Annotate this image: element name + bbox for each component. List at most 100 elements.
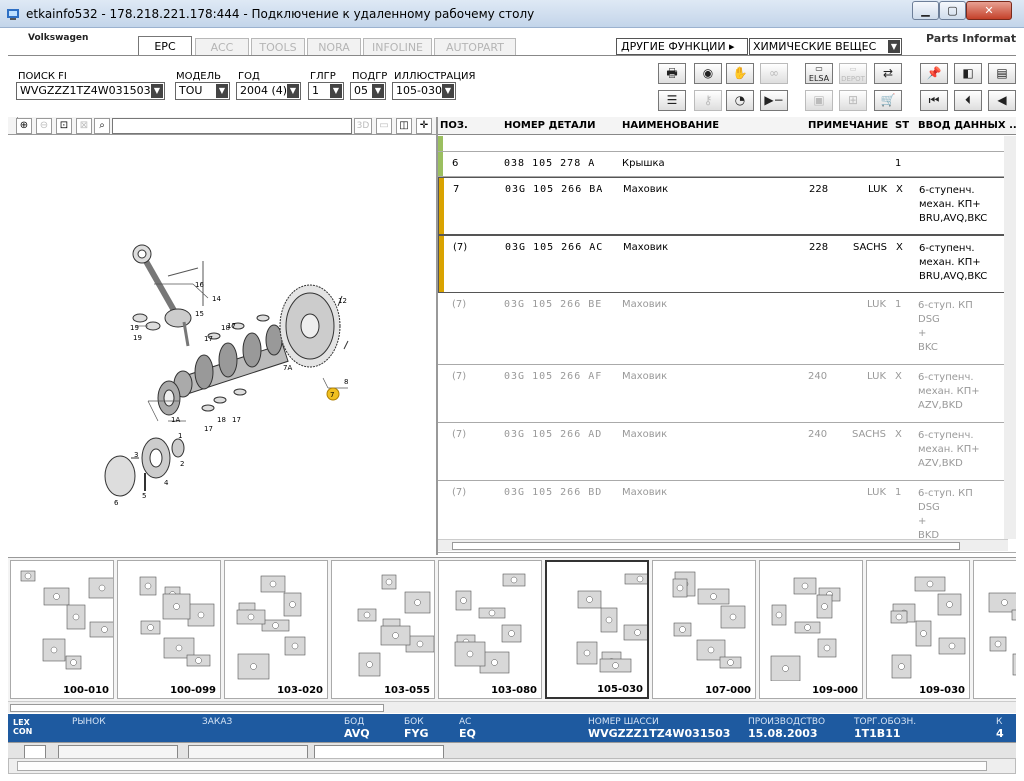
- zoom-out-icon[interactable]: ⊖: [36, 118, 52, 134]
- other-functions-menu[interactable]: ДРУГИЕ ФУНКЦИИ ▸: [616, 38, 748, 55]
- zoom-slider[interactable]: [112, 118, 352, 134]
- pin-button[interactable]: 📌: [920, 63, 948, 84]
- taskbar-item[interactable]: [188, 745, 308, 758]
- illustration-thumbnail[interactable]: 109-030: [866, 560, 970, 699]
- rewind-button[interactable]: ◀: [988, 90, 1016, 111]
- callout-1: 1: [178, 432, 182, 440]
- handshake-button[interactable]: ✋: [726, 63, 754, 84]
- list-button[interactable]: ☰: [658, 90, 686, 111]
- search-input[interactable]: WVGZZZ1TZ4W031503 ▼: [16, 82, 165, 100]
- chevron-down-icon[interactable]: ▼: [151, 84, 163, 98]
- 3d-button[interactable]: 3D: [354, 118, 372, 134]
- chemicals-select[interactable]: ХИМИЧЕСКИЕ ВЕЩЕС ▼: [749, 38, 902, 55]
- cell-st: 1: [895, 487, 902, 498]
- cd-button[interactable]: ◉: [694, 63, 722, 84]
- zoom-in-icon[interactable]: ⊕: [16, 118, 32, 134]
- col-data[interactable]: ВВОД ДАННЫХ ...: [918, 120, 1016, 131]
- sub-group-select[interactable]: 05 ▼: [350, 82, 386, 100]
- illustration-thumbnail[interactable]: 100-099: [117, 560, 221, 699]
- col-pos[interactable]: ПОЗ.: [440, 120, 468, 131]
- print-button[interactable]: 🖶: [658, 63, 686, 84]
- close-button[interactable]: ✕: [966, 1, 1012, 20]
- callout-7-highlight[interactable]: 7: [330, 391, 334, 399]
- col-part-no[interactable]: НОМЕР ДЕТАЛИ: [504, 120, 595, 131]
- illustration-thumbnail[interactable]: 107-000: [652, 560, 756, 699]
- table-row[interactable]: [438, 136, 1016, 152]
- tab-tools[interactable]: TOOLS: [251, 38, 305, 56]
- callout-16: 16: [195, 281, 204, 289]
- layout-icon[interactable]: ▭: [376, 118, 392, 134]
- chevron-down-icon[interactable]: ▼: [216, 84, 228, 98]
- cell-note-num: 240: [808, 429, 828, 440]
- vin-label: НОМЕР ШАССИ: [588, 717, 659, 727]
- illustration-thumbnail[interactable]: 100-010: [10, 560, 114, 699]
- col-name[interactable]: НАИМЕНОВАНИЕ: [622, 120, 719, 131]
- col-st[interactable]: ST: [895, 120, 909, 131]
- chevron-down-icon[interactable]: ▼: [442, 84, 454, 98]
- illustration-thumbnail[interactable]: 103-055: [331, 560, 435, 699]
- main-group-select[interactable]: 1 ▼: [308, 82, 344, 100]
- tab-autopart[interactable]: AUTOPART: [434, 38, 516, 56]
- depot-button[interactable]: ▭ DEPOT: [839, 63, 867, 84]
- chevron-down-icon[interactable]: ▼: [287, 84, 299, 98]
- tab-acc[interactable]: ACC: [195, 38, 249, 56]
- illustration-thumbnail[interactable]: 109-000: [759, 560, 863, 699]
- taskbar-item[interactable]: [58, 745, 178, 758]
- cell-part-no: 03G 105 266 BE: [504, 299, 603, 310]
- taskbar-item[interactable]: [24, 745, 46, 758]
- compare-button[interactable]: ▣: [805, 90, 833, 111]
- tab-nora[interactable]: NORA: [307, 38, 361, 56]
- tab-infoline[interactable]: INFOLINE: [363, 38, 432, 56]
- chevron-down-icon[interactable]: ▼: [888, 40, 900, 53]
- cart-plus-button[interactable]: ⊞: [839, 90, 867, 111]
- model-label: МОДЕЛЬ: [176, 71, 222, 82]
- play-dash-button[interactable]: ▶−: [760, 90, 788, 111]
- table-row[interactable]: (7) 03G 105 266 AF Маховик 240 LUK X 6-ступенч…: [438, 365, 1016, 423]
- table-row[interactable]: 7 03G 105 266 BA Маховик 228 LUK X 6-ступенч. м…: [438, 177, 1016, 235]
- table-row[interactable]: (7) 03G 105 266 AD Маховик 240 SACHS X 6-ступе…: [438, 423, 1016, 481]
- first-button[interactable]: ⏮: [920, 90, 948, 111]
- main-group-label: ГЛГР: [310, 71, 336, 82]
- illustration-panel[interactable]: 16 14 15 19 19 18 17 17 12 7A 8 7 1A 17 …: [8, 136, 436, 556]
- table-row[interactable]: (7) 03G 105 266 BE Маховик LUK 1 6-ступ. КП DS…: [438, 293, 1016, 365]
- back-button[interactable]: ⏴: [954, 90, 982, 111]
- model-select[interactable]: TOU ▼: [175, 82, 230, 100]
- chevron-down-icon[interactable]: ▼: [372, 84, 384, 98]
- zoom-fit-icon[interactable]: ⊠: [76, 118, 92, 134]
- remote-horizontal-scrollbar[interactable]: [8, 758, 1016, 774]
- gauge-button[interactable]: ◔: [726, 90, 754, 111]
- maximize-button[interactable]: ▢: [939, 1, 966, 20]
- scroll-thumb[interactable]: [452, 542, 960, 550]
- cart-button[interactable]: 🛒: [874, 90, 902, 111]
- illustration-select[interactable]: 105-030 ▼: [392, 82, 456, 100]
- year-select[interactable]: 2004 (4) ▼: [236, 82, 301, 100]
- elsa-button[interactable]: ▭ ELSA: [805, 63, 833, 84]
- illustration-thumbnail[interactable]: 105-030: [545, 560, 649, 699]
- split-view-icon[interactable]: ◫: [396, 118, 412, 134]
- minimize-button[interactable]: ▁: [912, 1, 939, 20]
- illustration-thumbnail[interactable]: 103-080: [438, 560, 542, 699]
- thumbnail-scrollbar[interactable]: [8, 701, 1016, 713]
- scroll-thumb[interactable]: [10, 704, 384, 712]
- book-button[interactable]: ▤: [988, 63, 1016, 84]
- elsa-label: ELSA: [808, 74, 830, 83]
- col-note[interactable]: ПРИМЕЧАНИЕ: [808, 120, 888, 131]
- tab-epc[interactable]: EPC: [138, 36, 192, 56]
- grid-vertical-scrollbar[interactable]: [1004, 136, 1016, 539]
- cart-arrow-button[interactable]: ⇄: [874, 63, 902, 84]
- taskbar-item[interactable]: [314, 745, 444, 758]
- production-label: ПРОИЗВОДСТВО: [748, 717, 826, 727]
- illustration-thumbnail[interactable]: [973, 560, 1016, 699]
- prev-page-button[interactable]: ◧: [954, 63, 982, 84]
- glasses-button[interactable]: ∞: [760, 63, 788, 84]
- scroll-thumb[interactable]: [17, 761, 987, 771]
- table-row[interactable]: (7) 03G 105 266 AC Маховик 228 SACHS X 6-ступе…: [438, 235, 1016, 293]
- key-button[interactable]: ⚷: [694, 90, 722, 111]
- table-row[interactable]: 6 038 105 278 A Крышка 1: [438, 152, 1016, 177]
- illustration-thumbnail[interactable]: 103-020: [224, 560, 328, 699]
- chevron-down-icon[interactable]: ▼: [330, 84, 342, 98]
- magnifier-icon[interactable]: ⌕: [94, 118, 110, 134]
- move-icon[interactable]: ✛: [416, 118, 432, 134]
- grid-horizontal-scrollbar[interactable]: [438, 539, 1008, 551]
- zoom-area-icon[interactable]: ⊡: [56, 118, 72, 134]
